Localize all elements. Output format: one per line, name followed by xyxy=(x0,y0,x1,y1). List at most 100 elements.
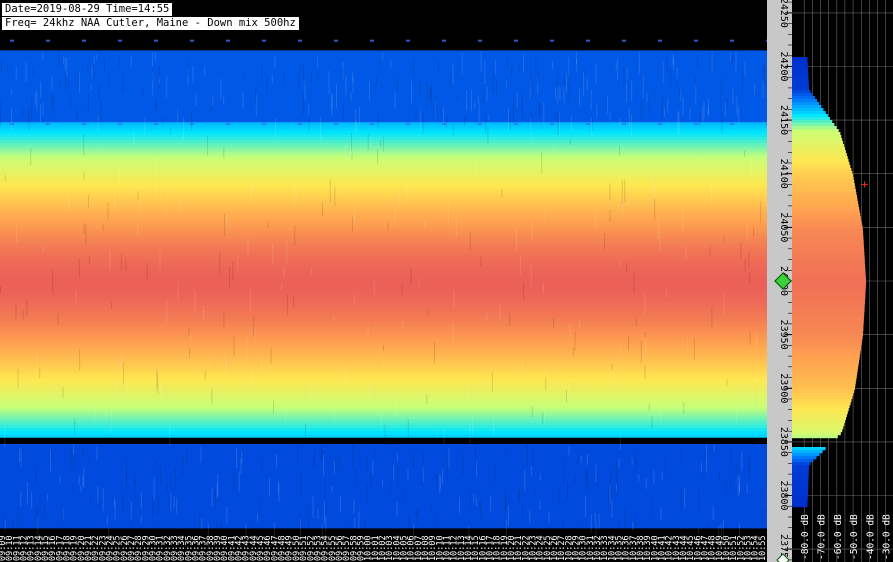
waterfall-noise-streak xyxy=(561,165,563,180)
waterfall-noise-streak xyxy=(125,257,127,271)
waterfall-band-row xyxy=(0,188,767,192)
waterfall-dash-mark xyxy=(622,123,626,126)
waterfall-noise-streak xyxy=(744,150,746,157)
waterfall-noise-streak xyxy=(114,501,116,521)
spectrum-bar xyxy=(792,453,820,457)
spectrum-bar xyxy=(792,435,838,439)
waterfall-noise-streak xyxy=(372,459,374,475)
waterfall-noise-streak xyxy=(516,93,518,107)
waterfall-band-row xyxy=(0,275,767,279)
waterfall-noise-streak xyxy=(354,517,356,528)
waterfall-noise-streak xyxy=(173,496,175,508)
waterfall-noise-streak xyxy=(426,83,428,108)
waterfall-noise-streak xyxy=(118,54,120,69)
waterfall-noise-streak xyxy=(678,112,680,135)
waterfall-band-row xyxy=(0,92,767,96)
waterfall-noise-streak xyxy=(308,519,309,534)
waterfall-band-row xyxy=(0,161,767,165)
waterfall-noise-streak xyxy=(377,110,379,130)
waterfall-band-row xyxy=(0,374,767,378)
waterfall-band-row xyxy=(0,170,767,174)
waterfall-noise-streak xyxy=(111,302,113,310)
waterfall-noise-streak xyxy=(152,52,154,67)
spectrum-bar xyxy=(792,471,809,475)
waterfall-noise-streak xyxy=(78,258,80,279)
spectrum-bar xyxy=(792,291,866,295)
waterfall-band-row xyxy=(0,284,767,288)
waterfall-noise-streak xyxy=(654,181,655,202)
waterfall-noise-streak xyxy=(219,252,221,274)
waterfall-noise-streak xyxy=(557,113,559,136)
spectrum-bar xyxy=(792,486,809,490)
waterfall-noise-streak xyxy=(723,292,725,316)
waterfall-noise-streak xyxy=(574,475,576,484)
waterfall-noise-streak xyxy=(760,508,762,525)
waterfall-noise-streak xyxy=(530,70,532,90)
waterfall-noise-streak xyxy=(342,69,344,79)
waterfall-noise-streak xyxy=(568,446,570,455)
waterfall-noise-streak xyxy=(142,87,144,96)
spectrum-bar xyxy=(792,447,826,451)
waterfall-noise-streak xyxy=(212,96,214,106)
waterfall-noise-streak xyxy=(345,75,347,96)
waterfall-noise-streak xyxy=(548,511,550,523)
waterfall-noise-streak xyxy=(1,59,2,73)
waterfall-noise-streak xyxy=(110,425,112,433)
waterfall-noise-streak xyxy=(492,70,494,93)
spectrum-bar xyxy=(792,225,863,229)
spectrum-bar xyxy=(792,411,848,415)
waterfall-noise-streak xyxy=(426,393,428,405)
waterfall-noise-streak xyxy=(446,116,448,129)
waterfall-noise-streak xyxy=(570,115,572,133)
waterfall-noise-streak xyxy=(42,245,44,253)
waterfall-noise-streak xyxy=(100,98,102,121)
waterfall-noise-streak xyxy=(122,492,124,511)
spectrum-bar xyxy=(792,261,865,265)
spectrum-bar xyxy=(792,243,864,247)
waterfall-noise-streak xyxy=(331,93,333,116)
waterfall-band-row xyxy=(0,477,767,481)
waterfall-noise-streak xyxy=(595,463,597,482)
waterfall-dash-mark xyxy=(406,39,410,42)
waterfall-noise-streak xyxy=(755,374,757,383)
waterfall-noise-streak xyxy=(624,508,626,532)
waterfall-noise-streak xyxy=(477,96,479,103)
spectrum-bar xyxy=(792,114,828,118)
waterfall-noise-streak xyxy=(491,371,493,392)
waterfall-noise-streak xyxy=(226,506,228,525)
waterfall-noise-streak xyxy=(569,138,571,146)
waterfall-noise-streak xyxy=(457,94,458,101)
waterfall-noise-streak xyxy=(631,114,633,137)
waterfall-noise-streak xyxy=(160,381,162,405)
spectrum-bar xyxy=(792,189,856,193)
waterfall-noise-streak xyxy=(407,469,409,481)
waterfall-noise-streak xyxy=(334,461,335,475)
waterfall-band-row xyxy=(0,212,767,216)
waterfall-band-row xyxy=(0,462,767,466)
waterfall-spectrogram[interactable]: 09:09 09:10 09:11 09:12 09:13 09:14 09:15 09:16… xyxy=(0,0,767,562)
waterfall-band-row xyxy=(0,431,767,435)
waterfall-noise-streak xyxy=(382,479,384,487)
spectrum-bar xyxy=(792,93,813,97)
spectrum-panel[interactable]: -80.0 dB -70.0 dB -60.0 dB -50.0 dB -40.0 dB… xyxy=(792,0,893,562)
waterfall-band-row xyxy=(0,522,767,526)
spectrum-bar xyxy=(792,249,865,253)
waterfall-noise-streak xyxy=(333,315,335,322)
waterfall-band-row xyxy=(0,125,767,129)
waterfall-noise-streak xyxy=(567,379,569,398)
spectrum-bar xyxy=(792,270,866,274)
waterfall-noise-streak xyxy=(286,240,288,263)
waterfall-noise-streak xyxy=(366,483,368,504)
spectrum-db-label: -60.0 dB xyxy=(833,514,844,560)
waterfall-noise-streak xyxy=(140,492,142,509)
waterfall-noise-streak xyxy=(261,64,263,83)
spectrum-db-label: -40.0 dB xyxy=(865,514,876,560)
waterfall-band-row xyxy=(0,98,767,102)
waterfall-noise-streak xyxy=(226,149,228,158)
waterfall-noise-streak xyxy=(116,379,118,393)
spectrum-bar xyxy=(792,279,866,283)
waterfall-noise-streak xyxy=(442,469,444,485)
waterfall-noise-streak xyxy=(706,444,707,464)
waterfall-noise-streak xyxy=(518,486,520,501)
waterfall-noise-streak xyxy=(524,470,526,491)
